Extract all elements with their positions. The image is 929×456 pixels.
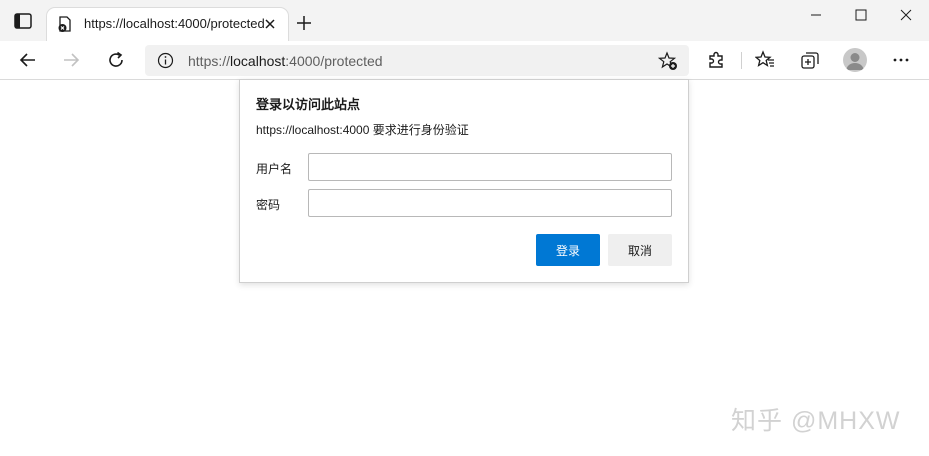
password-label: 密码 [256, 198, 281, 212]
add-favorite-star-icon[interactable] [658, 51, 678, 71]
favorites-star-icon[interactable] [755, 50, 775, 70]
extensions-puzzle-icon[interactable] [706, 50, 726, 70]
collections-icon[interactable] [800, 50, 820, 70]
more-dots-icon[interactable] [891, 50, 911, 70]
info-icon[interactable] [157, 52, 174, 69]
username-input[interactable] [308, 153, 672, 181]
minimize-window-icon[interactable] [802, 8, 830, 22]
new-tab-plus-icon[interactable] [296, 15, 312, 31]
address-bar[interactable]: https://localhost:4000/protected [145, 45, 689, 76]
username-label: 用户名 [256, 162, 293, 176]
person-icon [846, 53, 864, 70]
tab-strip: https://localhost:4000/protected [0, 0, 929, 41]
browser-tab-active[interactable]: https://localhost:4000/protected [47, 8, 288, 41]
login-button[interactable]: 登录 [536, 234, 600, 266]
http-auth-dialog: 登录以访问此站点 https://localhost:4000 要求进行身份验证… [239, 79, 689, 283]
url-path: :4000/protected [285, 53, 383, 69]
forward-arrow-icon [64, 53, 80, 67]
tab-title: https://localhost:4000/protected [84, 16, 265, 31]
address-url: https://localhost:4000/protected [188, 53, 383, 69]
password-input[interactable] [308, 189, 672, 217]
close-window-icon[interactable] [892, 8, 920, 22]
profile-avatar-icon[interactable] [843, 48, 867, 72]
dialog-description: https://localhost:4000 要求进行身份验证 [256, 123, 469, 137]
refresh-icon[interactable] [106, 50, 126, 70]
watermark-text: 知乎 @MHXW [731, 407, 901, 435]
url-scheme: https:// [188, 53, 231, 69]
dialog-title: 登录以访问此站点 [256, 97, 361, 112]
toolbar-divider [741, 52, 742, 69]
maximize-window-icon[interactable] [847, 8, 875, 22]
tab-actions-icon[interactable] [14, 13, 32, 29]
back-arrow-icon[interactable] [18, 50, 38, 70]
url-host: localhost [230, 53, 286, 69]
cancel-button[interactable]: 取消 [608, 234, 672, 266]
page-error-icon [58, 16, 71, 32]
close-tab-icon[interactable] [263, 17, 277, 31]
browser-toolbar: https://localhost:4000/protected [0, 41, 929, 80]
